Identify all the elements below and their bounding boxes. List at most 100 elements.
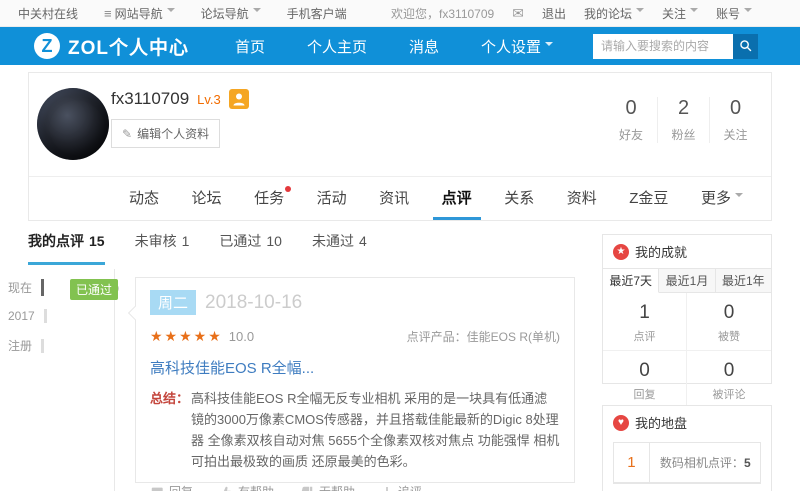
tab-forum[interactable]: 论坛 — [192, 177, 222, 220]
message-envelope-icon[interactable]: ✉ — [512, 5, 524, 22]
star-rating-icons: ★★★★★ — [150, 328, 223, 344]
review-date: 2018-10-16 — [205, 291, 303, 313]
review-header: 周二 2018-10-16 — [150, 290, 560, 315]
site-home-link[interactable]: 中关村在线 — [18, 5, 78, 22]
chevron-down-icon — [744, 7, 752, 16]
review-actions: 回复 有帮助 无帮助 追评 — [150, 483, 560, 491]
tab-profile-data[interactable]: 资料 — [567, 177, 597, 220]
search-icon — [739, 40, 751, 52]
review-title-link[interactable]: 高科技佳能EOS R全幅... — [150, 357, 560, 378]
brand[interactable]: Z ZOL个人中心 — [34, 33, 189, 60]
subtab-rejected[interactable]: 未通过 4 — [312, 231, 367, 265]
review-card: 周二 2018-10-16 ★★★★★ 10.0 点评产品：佳能EOS R(单机… — [127, 277, 575, 491]
ach-stat-replies[interactable]: 0 回复 — [603, 350, 687, 408]
logout-link[interactable]: 退出 — [542, 5, 566, 22]
thumbs-down-icon — [301, 486, 313, 491]
stat-fans[interactable]: 2 粉丝 — [657, 97, 709, 143]
ach-stat-commented[interactable]: 0 被评论 — [687, 350, 771, 408]
search-bar — [593, 33, 758, 59]
follow-link[interactable]: 关注 — [662, 5, 698, 22]
subtab-pending[interactable]: 未审核 1 — [135, 231, 190, 265]
subtab-my-reviews[interactable]: 我的点评 15 — [28, 231, 105, 265]
brand-title: ZOL个人中心 — [68, 37, 189, 59]
tab-zgold[interactable]: Z金豆 — [629, 177, 668, 220]
timeline-register[interactable]: 注册 — [8, 337, 45, 354]
thumbs-up-icon — [220, 486, 232, 491]
zol-logo-icon: Z — [34, 33, 60, 59]
achievements-panel: ★ 我的成就 最近7天 最近1月 最近1年 1 点评 0 被赞 0 回复 0 被… — [602, 234, 772, 408]
territory-category-link[interactable]: 数码相机点评：5 篇 — [650, 443, 760, 482]
account-link[interactable]: 账号 — [716, 5, 752, 22]
content-area: 我的点评 15 未审核 1 已通过 10 未通过 4 现在 2017 注册 已通过 周二… — [0, 221, 800, 491]
chevron-down-icon — [689, 7, 698, 16]
reply-button[interactable]: 回复 — [150, 483, 193, 491]
unhelpful-button[interactable]: 无帮助 — [300, 483, 355, 491]
timeline-marker — [43, 309, 47, 323]
nav-item-messages[interactable]: 消息 — [409, 36, 439, 57]
stat-following[interactable]: 0 关注 — [709, 97, 761, 143]
main-navbar: Z ZOL个人中心 首页 个人主页 消息 个人设置 — [0, 27, 800, 65]
navbar-menu: 首页 个人主页 消息 个人设置 — [235, 36, 554, 57]
timeline-marker — [41, 279, 45, 296]
main-tabs: 动态 论坛 任务 活动 资讯 点评 关系 资料 Z金豆 更多 — [29, 176, 771, 220]
timeline-2017[interactable]: 2017 — [8, 309, 47, 323]
subtab-approved[interactable]: 已通过 10 — [219, 231, 282, 265]
ach-tab-7days[interactable]: 最近7天 — [603, 268, 660, 293]
territory-panel: ♥ 我的地盘 1 数码相机点评：5 篇 — [602, 405, 772, 491]
rating-value: 10.0 — [228, 329, 255, 344]
review-subtabs: 我的点评 15 未审核 1 已通过 10 未通过 4 — [28, 231, 367, 265]
nav-item-settings[interactable]: 个人设置 — [481, 36, 554, 57]
search-input[interactable] — [593, 33, 733, 59]
nav-item-home[interactable]: 首页 — [235, 36, 265, 57]
card-arrow — [127, 305, 143, 321]
site-nav-link[interactable]: ≡ 网站导航 — [104, 5, 175, 22]
ach-tab-1year[interactable]: 最近1年 — [715, 268, 771, 293]
timeline-line — [114, 269, 115, 491]
timeline-now[interactable]: 现在 — [8, 279, 45, 296]
notification-dot — [285, 186, 292, 192]
territory-table: 1 数码相机点评：5 篇 — [613, 442, 761, 484]
tab-relations[interactable]: 关系 — [504, 177, 534, 220]
mobile-client-link[interactable]: 手机客户端 — [287, 5, 347, 22]
timeline-marker — [41, 338, 45, 353]
plus-icon — [382, 486, 393, 491]
name-row: fx3110709 Lv.3 — [111, 89, 249, 109]
nav-item-personal-page[interactable]: 个人主页 — [307, 36, 367, 57]
edit-profile-button[interactable]: ✎ 编辑个人资料 — [111, 119, 221, 148]
achievements-grid: 1 点评 0 被赞 0 回复 0 被评论 — [603, 293, 771, 408]
tab-reviews[interactable]: 点评 — [442, 177, 472, 220]
summary-label: 总结： — [150, 391, 190, 406]
pencil-icon: ✎ — [122, 126, 133, 141]
profile-info: fx3110709 Lv.3 ✎ 编辑个人资料 — [111, 89, 249, 148]
tab-news[interactable]: 资讯 — [379, 177, 409, 220]
star-circle-icon: ★ — [613, 243, 629, 260]
chevron-down-icon — [545, 41, 554, 50]
topbar-right-links: 欢迎您，fx3110709 ✉ 退出 我的论坛 关注 账号 — [391, 5, 752, 22]
follow-up-review-button[interactable]: 追评 — [381, 483, 422, 491]
my-forum-link[interactable]: 我的论坛 — [584, 5, 644, 22]
search-button[interactable] — [733, 33, 758, 59]
achievements-tabs: 最近7天 最近1月 最近1年 — [603, 268, 771, 293]
top-utility-bar: 中关村在线 ≡ 网站导航 论坛导航 手机客户端 欢迎您，fx3110709 ✉ 退… — [0, 0, 800, 27]
welcome-text: 欢迎您，fx3110709 — [391, 6, 495, 21]
tab-more[interactable]: 更多 — [701, 177, 743, 220]
heart-circle-icon: ♥ — [613, 414, 629, 431]
avatar[interactable] — [37, 88, 109, 160]
profile-card: fx3110709 Lv.3 ✎ 编辑个人资料 0 好友 2 粉丝 0 关注 动… — [28, 72, 772, 221]
ach-tab-1month[interactable]: 最近1月 — [659, 268, 716, 293]
ach-stat-liked[interactable]: 0 被赞 — [687, 293, 771, 350]
tab-dynamics[interactable]: 动态 — [129, 177, 159, 220]
summary-text: 高科技佳能EOS R全幅无反专业相机 采用的是一块具有低通滤镜的3000万像素C… — [191, 391, 560, 469]
member-badge-icon[interactable] — [228, 89, 249, 109]
helpful-button[interactable]: 有帮助 — [219, 483, 274, 491]
ach-stat-reviews[interactable]: 1 点评 — [603, 293, 687, 350]
review-product-link[interactable]: 点评产品：佳能EOS R(单机) — [407, 328, 560, 345]
tab-activities[interactable]: 活动 — [317, 177, 347, 220]
stat-friends[interactable]: 0 好友 — [605, 97, 657, 143]
username: fx3110709 — [111, 89, 190, 108]
chevron-down-icon — [252, 7, 261, 16]
weekday-badge: 周二 — [150, 290, 197, 315]
forum-nav-link[interactable]: 论坛导航 — [201, 5, 261, 22]
achievements-header: ★ 我的成就 — [603, 235, 771, 268]
tab-tasks[interactable]: 任务 — [254, 177, 292, 220]
